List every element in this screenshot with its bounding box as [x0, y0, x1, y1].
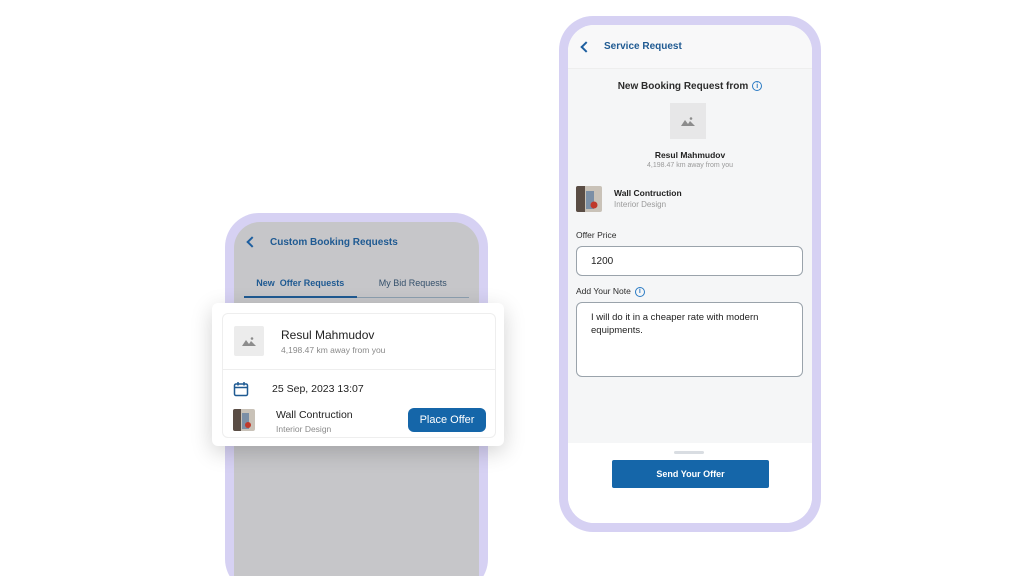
left-topbar: Custom Booking Requests [234, 222, 479, 262]
place-offer-button[interactable]: Place Offer [408, 408, 486, 432]
service-category: Interior Design [614, 200, 667, 209]
info-icon[interactable]: i [634, 286, 645, 297]
page-title: Custom Booking Requests [270, 236, 398, 248]
customer-name: Resul Mahmudov [281, 328, 375, 342]
right-phone-screen: Service Request New Booking Request from… [568, 25, 812, 523]
request-heading: New Booking Request from i [568, 81, 812, 92]
tab-bar: New Offer Requests My Bid Requests [234, 266, 479, 302]
back-chevron-icon[interactable] [246, 236, 258, 248]
service-thumbnail [233, 409, 255, 431]
offer-price-label: Offer Price [576, 230, 617, 240]
stage: Custom Booking Requests New Offer Reques… [0, 0, 1024, 576]
tab-new-offer-requests[interactable]: New Offer Requests [244, 266, 357, 302]
offer-price-input[interactable]: 1200 [576, 246, 803, 276]
note-label-text: Add Your Note [576, 286, 631, 296]
note-label: Add Your Note i [576, 286, 645, 297]
image-placeholder-icon [234, 326, 264, 356]
send-offer-button[interactable]: Send Your Offer [612, 460, 769, 488]
note-value: I will do it in a cheaper rate with mode… [591, 312, 759, 336]
back-chevron-icon[interactable] [580, 40, 592, 53]
service-category: Interior Design [276, 424, 332, 434]
request-form: New Booking Request from i Resul Mahmudov… [568, 69, 812, 443]
info-icon[interactable]: i [752, 81, 763, 92]
right-phone-frame: Service Request New Booking Request from… [559, 16, 821, 532]
offer-price-value: 1200 [591, 255, 614, 267]
note-textarea[interactable]: I will do it in a cheaper rate with mode… [576, 302, 803, 377]
booking-request-card[interactable]: Resul Mahmudov 4,198.47 km away from you… [212, 303, 504, 446]
image-placeholder-icon [670, 103, 706, 139]
tab-my-bid-requests[interactable]: My Bid Requests [356, 266, 470, 302]
service-name: Wall Contruction [614, 188, 682, 198]
bottom-sheet: Send Your Offer [568, 443, 812, 523]
page-title: Service Request [604, 41, 682, 52]
card-divider [223, 369, 495, 370]
card-inner: Resul Mahmudov 4,198.47 km away from you… [222, 313, 496, 438]
calendar-icon [233, 381, 249, 402]
customer-name: Resul Mahmudov [654, 150, 726, 160]
right-topbar: Service Request [568, 25, 812, 69]
service-name: Wall Contruction [276, 409, 353, 421]
customer-distance: 4,198.47 km away from you [281, 345, 386, 355]
request-heading-text: New Booking Request from [617, 81, 749, 92]
service-thumbnail [576, 186, 602, 212]
booking-date: 25 Sep, 2023 13:07 [272, 383, 364, 395]
customer-distance: 4,198.47 km away from you [647, 162, 733, 169]
sheet-handle[interactable] [674, 451, 704, 454]
